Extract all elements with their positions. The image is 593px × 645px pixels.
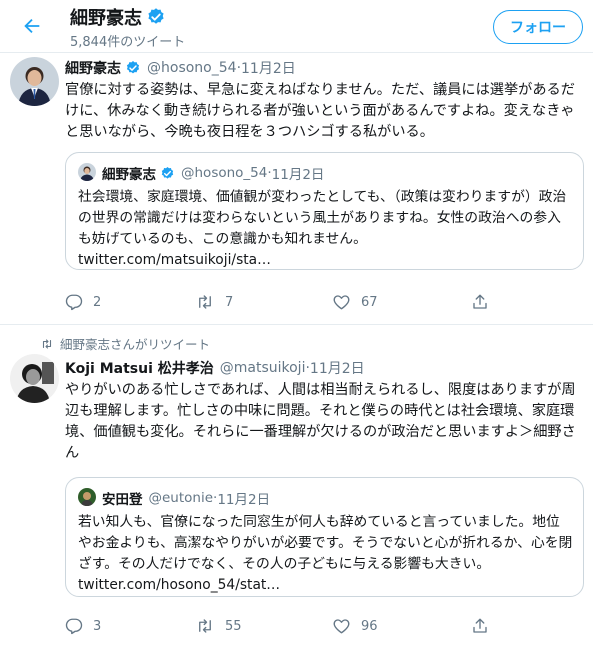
- share-button[interactable]: [471, 617, 489, 635]
- tweet-header: Koji Matsui 松井孝治 @matsuikoji · 11月2日: [65, 358, 365, 378]
- quoted-author-name: 細野豪志: [102, 167, 156, 183]
- tweet-header: 細野豪志 @hosono_54 · 11月2日: [65, 58, 296, 78]
- reply-icon: [65, 618, 83, 635]
- retweet-button[interactable]: 55: [195, 617, 242, 635]
- avatar[interactable]: [10, 354, 59, 403]
- quoted-tweet[interactable]: 安田登 @eutonie · 11月2日 若い知人も、官僚になった同窓生が何人も…: [65, 477, 584, 597]
- quoted-author-name: 安田登: [102, 492, 143, 508]
- retweet-icon: [42, 338, 52, 349]
- profile-name: 細野豪志: [70, 8, 142, 29]
- quoted-tweet[interactable]: 細野豪志 @hosono_54 · 11月2日 社会環境、家庭環境、価値観が変わ…: [65, 152, 584, 270]
- retweet-icon: [199, 295, 211, 309]
- like-count: 96: [361, 618, 378, 634]
- verified-badge-icon: [160, 166, 175, 181]
- share-button[interactable]: [471, 293, 489, 311]
- like-icon: [333, 619, 350, 634]
- tweet-actions: 2 7 67: [65, 293, 585, 313]
- quoted-text: 社会環境、家庭環境、価値観が変わったとしても、（政策は変わりますが）政治の世界の…: [78, 189, 567, 247]
- quoted-tweet-date: 11月2日: [217, 492, 271, 508]
- like-button[interactable]: 67: [332, 293, 378, 311]
- retweet-button[interactable]: 7: [195, 293, 233, 311]
- back-button[interactable]: [14, 8, 50, 44]
- author-name[interactable]: Koji Matsui 松井孝治: [65, 358, 214, 378]
- tweet-actions: 3 55 96: [65, 617, 585, 637]
- retweet-count: 55: [225, 618, 242, 634]
- quoted-author-handle: @hosono_54: [181, 165, 268, 181]
- reply-count: 3: [93, 618, 102, 634]
- like-count: 67: [361, 294, 378, 310]
- retweet-icon: [199, 619, 211, 633]
- tweet-count: 5,844件のツイート: [70, 35, 186, 50]
- reply-button[interactable]: 3: [65, 617, 101, 635]
- retweet-note-text[interactable]: 細野豪志さんがリツイート: [60, 334, 210, 353]
- avatar[interactable]: [10, 57, 59, 106]
- profile-name-heading: 細野豪志: [70, 4, 166, 30]
- reply-count: 2: [93, 294, 102, 310]
- reply-icon: [65, 294, 83, 311]
- share-icon: [473, 294, 487, 309]
- quoted-link[interactable]: twitter.com/hosono_54/stat…: [78, 577, 280, 593]
- quoted-tweet-header: 細野豪志 @hosono_54 · 11月2日: [102, 163, 324, 183]
- quoted-avatar: [78, 488, 96, 506]
- verified-badge-icon: [125, 60, 141, 76]
- author-handle[interactable]: @matsuikoji: [220, 360, 306, 376]
- verified-badge-icon: [148, 8, 164, 24]
- quoted-tweet-text: 社会環境、家庭環境、価値観が変わったとしても、（政策は変わりますが）政治の世界の…: [78, 187, 573, 271]
- retweet-count: 7: [225, 294, 234, 310]
- quoted-avatar: [78, 163, 96, 181]
- tweet-date[interactable]: 11月2日: [241, 58, 296, 78]
- retweet-indicator: 細野豪志さんがリツイート: [40, 334, 210, 353]
- like-icon: [333, 295, 350, 310]
- tweet-text: 官僚に対する姿勢は、早急に変えねばなりません。ただ、議員には選挙があるだけに、休…: [65, 82, 575, 140]
- like-button[interactable]: 96: [332, 617, 378, 635]
- share-icon: [473, 618, 487, 633]
- tweet-date[interactable]: 11月2日: [310, 358, 365, 378]
- quoted-link[interactable]: twitter.com/matsuikoji/sta…: [78, 252, 271, 268]
- tweet[interactable]: 細野豪志 @hosono_54 · 11月2日 官僚に対する姿勢は、早急に変えね…: [0, 53, 593, 325]
- author-name[interactable]: 細野豪志: [65, 58, 121, 78]
- quoted-author-handle: @eutonie: [148, 490, 214, 506]
- tweet[interactable]: Koji Matsui 松井孝治 @matsuikoji · 11月2日 やりが…: [0, 352, 593, 645]
- tweet-text: やりがいのある忙しさであれば、人間は相当耐えられるし、限度はありますが周辺も理解…: [65, 382, 576, 461]
- quoted-text: 若い知人も、官僚になった同窓生が何人も辞めていると言っていました。地位やお金より…: [78, 514, 573, 572]
- reply-button[interactable]: 2: [65, 293, 101, 311]
- follow-button[interactable]: フォロー: [493, 10, 583, 44]
- back-arrow-icon: [24, 18, 40, 34]
- quoted-tweet-date: 11月2日: [271, 167, 325, 183]
- profile-header: 細野豪志 5,844件のツイート フォロー: [0, 0, 593, 53]
- quoted-tweet-header: 安田登 @eutonie · 11月2日: [102, 488, 270, 508]
- author-handle[interactable]: @hosono_54: [147, 60, 237, 76]
- quoted-tweet-text: 若い知人も、官僚になった同窓生が何人も辞めていると言っていました。地位やお金より…: [78, 512, 573, 596]
